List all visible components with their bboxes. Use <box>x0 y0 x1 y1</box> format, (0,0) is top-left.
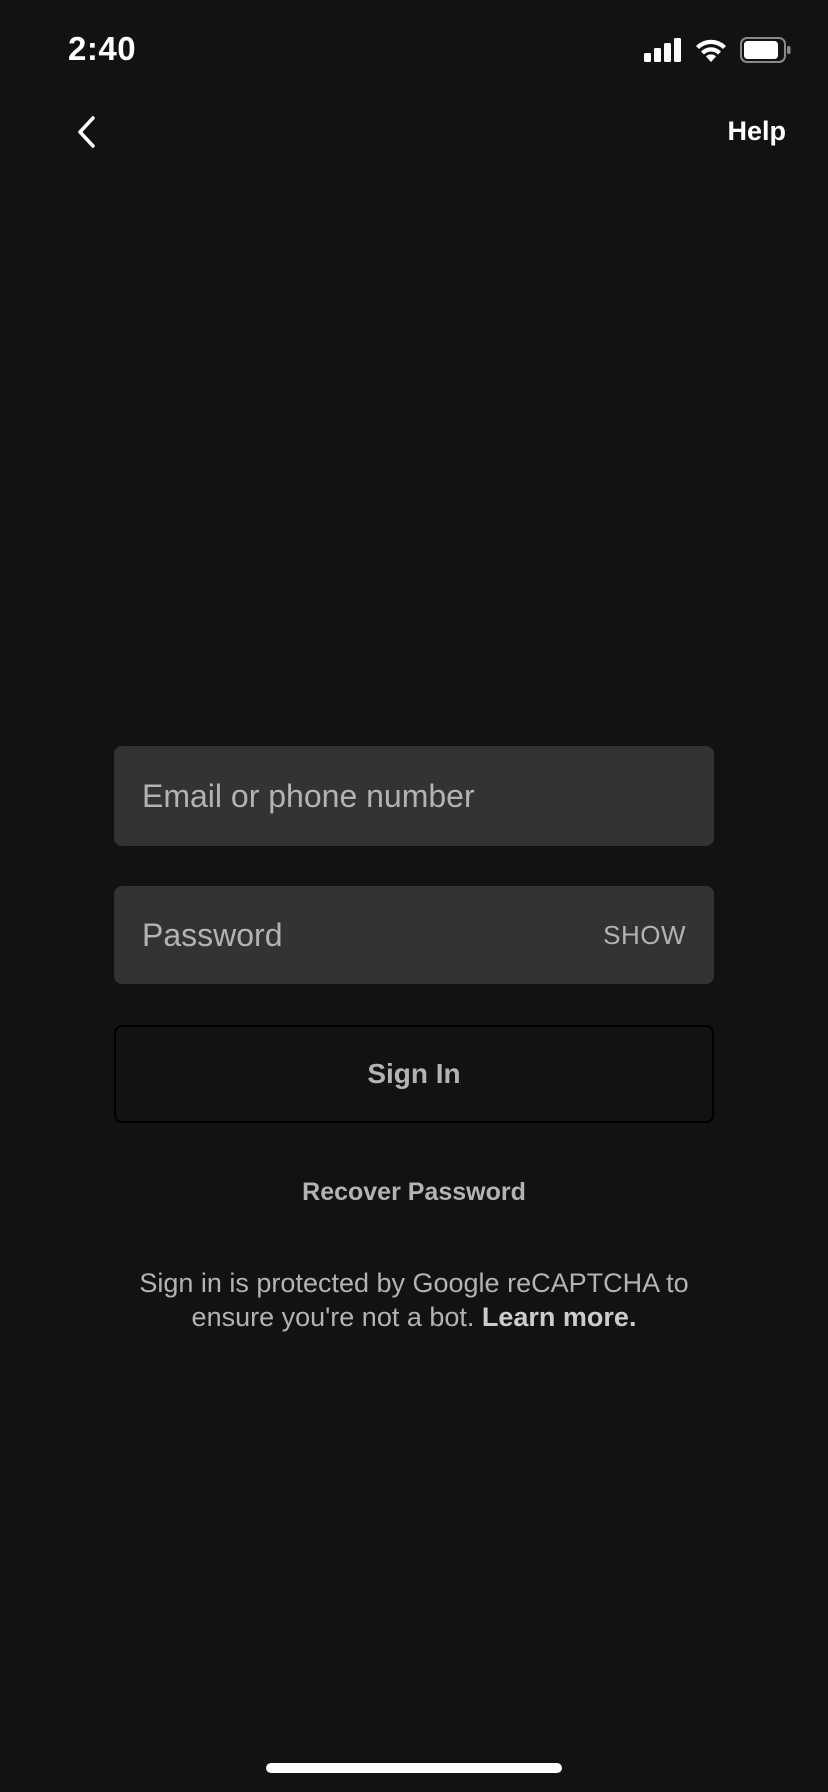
email-field-container[interactable] <box>114 746 714 846</box>
recover-password-link[interactable]: Recover Password <box>0 1178 828 1207</box>
sign-in-button[interactable]: Sign In <box>114 1025 714 1123</box>
help-link[interactable]: Help <box>727 116 786 147</box>
password-field-container[interactable]: SHOW <box>114 886 714 984</box>
learn-more-link[interactable]: Learn more. <box>482 1302 637 1332</box>
home-indicator[interactable] <box>266 1763 562 1773</box>
wifi-icon <box>694 37 728 63</box>
sign-in-screen: 2:40 Help Email or phone number SHOW Sig… <box>0 0 828 1792</box>
show-password-toggle[interactable]: SHOW <box>587 920 686 951</box>
battery-icon <box>740 37 792 63</box>
password-input[interactable] <box>142 886 588 984</box>
chevron-left-icon <box>78 116 95 148</box>
status-time: 2:40 <box>68 30 137 67</box>
cellular-signal-icon <box>644 38 682 62</box>
email-input[interactable] <box>142 746 686 846</box>
back-button[interactable] <box>62 108 110 156</box>
status-icons <box>644 36 792 64</box>
recaptcha-notice: Sign in is protected by Google reCAPTCHA… <box>100 1266 728 1334</box>
